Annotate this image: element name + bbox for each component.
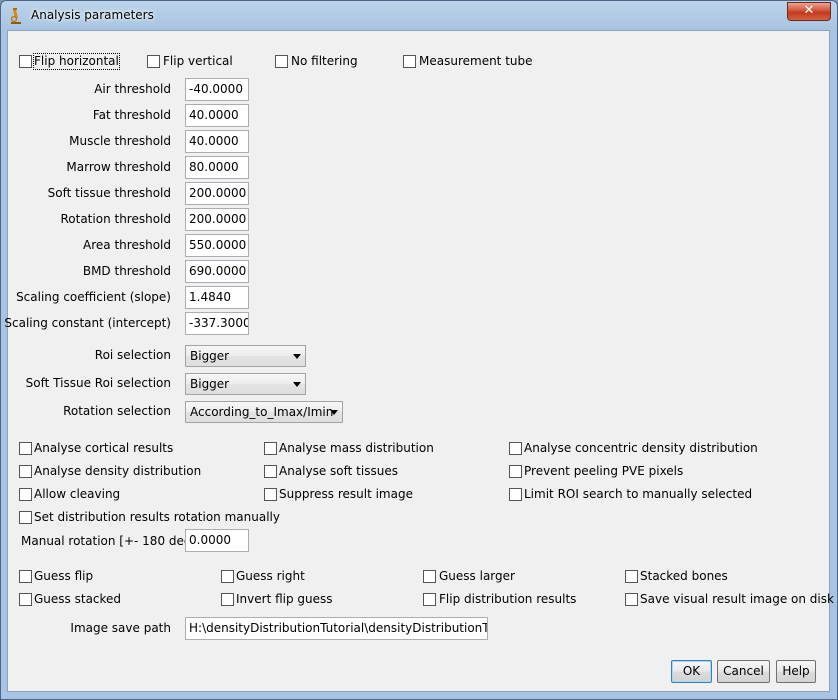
guess-stacked-label[interactable]: Guess stacked: [34, 592, 121, 607]
analyse-density-checkbox[interactable]: [19, 465, 32, 478]
flip-distribution-results-label[interactable]: Flip distribution results: [439, 592, 576, 607]
guess-flip-label[interactable]: Guess flip: [34, 569, 93, 584]
rotation-selection-dropdown[interactable]: According_to_Imax/Imin: [185, 401, 343, 423]
prevent-peeling-checkbox[interactable]: [509, 465, 522, 478]
analyse-density-label[interactable]: Analyse density distribution: [34, 464, 201, 479]
set-rotation-manually-checkbox[interactable]: [19, 511, 32, 524]
marrow-threshold-label: Marrow threshold: [66, 160, 171, 174]
analyse-concentric-checkbox[interactable]: [509, 442, 522, 455]
limit-roi-search-label[interactable]: Limit ROI search to manually selected: [524, 487, 752, 502]
area-threshold-label: Area threshold: [83, 238, 171, 252]
suppress-result-image-checkbox[interactable]: [264, 488, 277, 501]
flip-horizontal-checkbox[interactable]: [19, 55, 32, 68]
marrow-threshold-field[interactable]: 80.0000: [185, 156, 249, 179]
muscle-threshold-field[interactable]: 40.0000: [185, 130, 249, 153]
air-threshold-field[interactable]: -40.0000: [185, 78, 249, 101]
stacked-bones-checkbox[interactable]: [625, 570, 638, 583]
set-rotation-manually-label[interactable]: Set distribution results rotation manual…: [34, 510, 280, 525]
suppress-result-image-label[interactable]: Suppress result image: [279, 487, 413, 502]
chevron-down-icon: [293, 354, 301, 359]
analyse-soft-tissues-checkbox[interactable]: [264, 465, 277, 478]
help-button[interactable]: Help: [776, 660, 816, 683]
manual-rotation-field[interactable]: 0.0000: [185, 529, 249, 552]
rotation-selection-label: Rotation selection: [63, 404, 171, 418]
soft-tissue-roi-selection-dropdown[interactable]: Bigger: [185, 373, 306, 395]
guess-flip-checkbox[interactable]: [19, 570, 32, 583]
cancel-button[interactable]: Cancel: [717, 660, 770, 683]
guess-right-label[interactable]: Guess right: [236, 569, 305, 584]
measurement-tube-checkbox[interactable]: [403, 55, 416, 68]
flip-distribution-results-checkbox[interactable]: [423, 593, 436, 606]
scaling-intercept-label: Scaling constant (intercept): [4, 316, 171, 330]
bmd-threshold-label: BMD threshold: [82, 264, 171, 278]
roi-selection-dropdown[interactable]: Bigger: [185, 345, 306, 367]
analyse-mass-checkbox[interactable]: [264, 442, 277, 455]
analyse-mass-label[interactable]: Analyse mass distribution: [279, 441, 434, 456]
analyse-soft-tissues-label[interactable]: Analyse soft tissues: [279, 464, 398, 479]
dialog-content: Flip horizontal Flip vertical No filteri…: [4, 30, 834, 692]
soft-tissue-roi-selection-value: Bigger: [190, 377, 230, 391]
window-title: Analysis parameters: [31, 8, 154, 22]
flip-vertical-checkbox[interactable]: [147, 55, 160, 68]
invert-flip-guess-label[interactable]: Invert flip guess: [236, 592, 333, 607]
rotation-selection-value: According_to_Imax/Imin: [190, 405, 334, 419]
muscle-threshold-label: Muscle threshold: [69, 134, 171, 148]
guess-larger-checkbox[interactable]: [423, 570, 436, 583]
bmd-threshold-field[interactable]: 690.0000: [185, 260, 249, 283]
manual-rotation-label: Manual rotation [+- 180 deg]: [21, 534, 197, 548]
area-threshold-field[interactable]: 550.0000: [185, 234, 249, 257]
chevron-down-icon: [330, 410, 338, 415]
rotation-threshold-field[interactable]: 200.0000: [185, 208, 249, 231]
chevron-down-icon: [293, 382, 301, 387]
soft-tissue-threshold-field[interactable]: 200.0000: [185, 182, 249, 205]
fat-threshold-field[interactable]: 40.0000: [185, 104, 249, 127]
analyse-cortical-checkbox[interactable]: [19, 442, 32, 455]
image-save-path-field[interactable]: H:\densityDistributionTutorial\densityDi…: [185, 617, 488, 640]
limit-roi-search-checkbox[interactable]: [509, 488, 522, 501]
roi-selection-value: Bigger: [190, 349, 230, 363]
title-bar[interactable]: Analysis parameters ✕: [1, 1, 837, 31]
fat-threshold-label: Fat threshold: [92, 108, 171, 122]
scaling-intercept-field[interactable]: -337.3000: [185, 312, 249, 335]
stacked-bones-label[interactable]: Stacked bones: [640, 569, 728, 584]
roi-selection-label: Roi selection: [94, 348, 171, 362]
soft-tissue-roi-selection-label: Soft Tissue Roi selection: [25, 376, 171, 390]
image-save-path-label: Image save path: [70, 621, 171, 635]
prevent-peeling-label[interactable]: Prevent peeling PVE pixels: [524, 464, 683, 479]
flip-horizontal-label[interactable]: Flip horizontal: [33, 53, 120, 70]
guess-right-checkbox[interactable]: [221, 570, 234, 583]
allow-cleaving-checkbox[interactable]: [19, 488, 32, 501]
save-visual-result-checkbox[interactable]: [625, 593, 638, 606]
flip-vertical-label[interactable]: Flip vertical: [163, 54, 233, 69]
no-filtering-checkbox[interactable]: [275, 55, 288, 68]
no-filtering-label[interactable]: No filtering: [291, 54, 358, 69]
scaling-slope-field[interactable]: 1.4840: [185, 286, 249, 309]
guess-stacked-checkbox[interactable]: [19, 593, 32, 606]
close-button[interactable]: ✕: [787, 2, 831, 21]
ok-button[interactable]: OK: [671, 660, 712, 683]
rotation-threshold-label: Rotation threshold: [60, 212, 171, 226]
guess-larger-label[interactable]: Guess larger: [439, 569, 515, 584]
scaling-slope-label: Scaling coefficient (slope): [16, 290, 171, 304]
microscope-icon: [9, 8, 23, 24]
analyse-concentric-label[interactable]: Analyse concentric density distribution: [524, 441, 758, 456]
measurement-tube-label[interactable]: Measurement tube: [419, 54, 533, 69]
invert-flip-guess-checkbox[interactable]: [221, 593, 234, 606]
air-threshold-label: Air threshold: [94, 82, 171, 96]
soft-tissue-threshold-label: Soft tissue threshold: [47, 186, 171, 200]
analyse-cortical-label[interactable]: Analyse cortical results: [34, 441, 173, 456]
allow-cleaving-label[interactable]: Allow cleaving: [34, 487, 120, 502]
save-visual-result-label[interactable]: Save visual result image on disk: [640, 592, 834, 607]
close-icon: ✕: [803, 3, 815, 18]
